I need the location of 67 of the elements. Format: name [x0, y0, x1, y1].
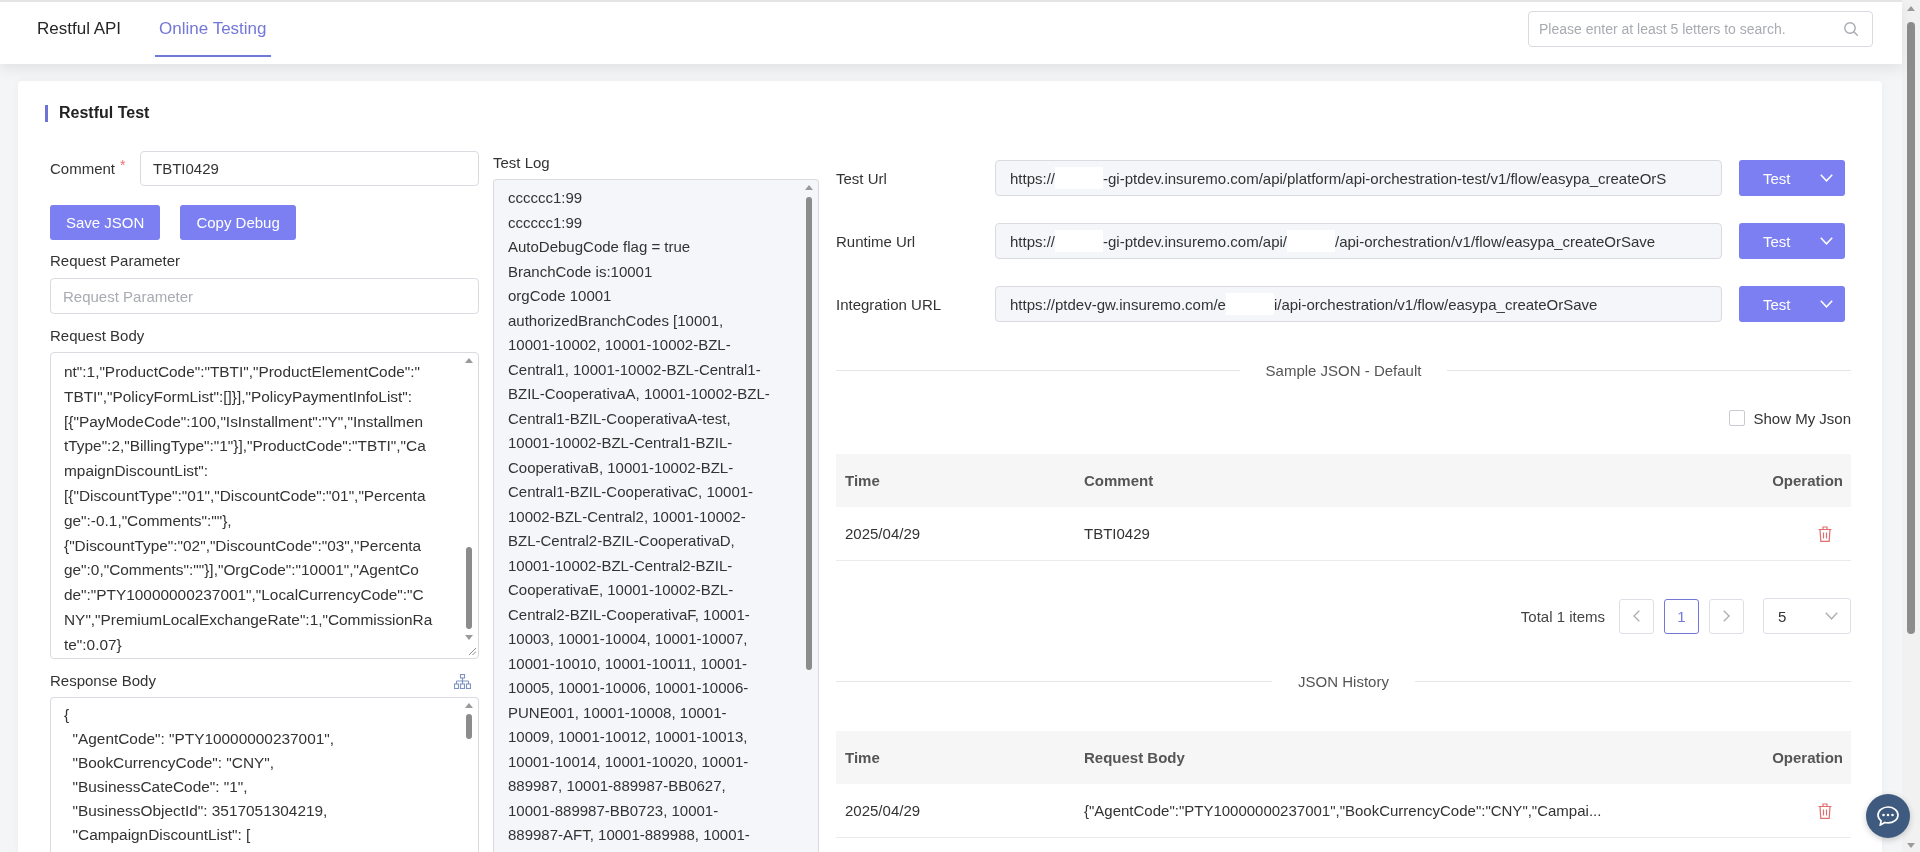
log-entry: AutoDebugCode flag = true — [508, 237, 692, 257]
caret-icon — [1820, 300, 1833, 308]
caret-icon — [1820, 237, 1833, 245]
required-mark: * — [120, 157, 126, 172]
log-entry: authorizedBranchCodes [10001, 10001-10002, 10001-10002-BZL-Central1, 10001-10002-BZL-Central1-BZIL-CooperativaA, 10001-10002-BZL-Central1-BZIL-CooperativaA-test, 10001-10002-BZL-Central1-BZIL-CooperativaB, 10001-10002-BZL-Central1-BZIL-CooperativaC, 10001-10002-BZL-Central2, 10001-10002-BZL-Central2-BZIL-CooperativaD, 10001-10002-BZL-Central2-BZIL-CooperativaE, 10001-10002-BZL-Central2-BZIL-CooperativaF, 10001-10003, 10001-10004, 10001-10007, 10001-10010, 10001-10011, 10001-10005, 10001-10006, 10001-10006-PUNE001, 10001-10008, 10001-10009, 10001-10012, 10001-10013, 10001-10014, 10001-10020, 10001-889987, 10001-889987-BB0627, 10001-889987-BB0723, 10001-889987-AFT, 10001-889988, 10001- — [508, 310, 771, 845]
trash-icon[interactable] — [1818, 525, 1832, 542]
column-header: Time — [845, 749, 880, 766]
divider-label: JSON History — [1298, 672, 1389, 690]
field-label: Test Log — [493, 153, 550, 173]
column-header: Comment — [1084, 472, 1154, 489]
log-entry: BranchCode is:10001 — [508, 261, 654, 282]
chevron-left-icon — [1633, 610, 1640, 622]
response-body-field[interactable]: { "AgentCode": "PTY10000000237001", "BookCurrencyCode": "CNY", "BusinessCateCode": "1", "BusinessObjectId": 3517051304219, "CampaignDiscountList": [ — [50, 697, 479, 852]
column-header: Time — [845, 472, 880, 489]
scrollbar-thumb[interactable] — [806, 197, 812, 670]
field-label: Runtime Url — [836, 232, 916, 250]
caret-icon — [1820, 174, 1833, 182]
page-button[interactable]: 1 — [1664, 598, 1699, 634]
divider-label: Sample JSON - Default — [1265, 361, 1422, 379]
hierarchy-icon[interactable] — [454, 673, 471, 689]
scroll-down-icon[interactable] — [465, 635, 473, 640]
url-field[interactable]: https:// -gi-ptdev.insuremo.com/api/ /api-orchestration/v1/flow/easypa_createOrSave — [995, 223, 1722, 259]
total-count: Total 1 items — [1520, 607, 1605, 625]
table-cell: 2025/04/29 — [845, 525, 921, 542]
section-title: Restful Test — [59, 104, 150, 122]
table-cell: 2025/04/29 — [845, 802, 921, 819]
search-icon — [1844, 22, 1858, 36]
resize-grip-icon[interactable] — [469, 648, 476, 655]
request-parameter-input[interactable]: Request Parameter — [50, 278, 479, 314]
url-field[interactable]: https://ptdev-gw.insuremo.com/e i/api-orchestration/v1/flow/easypa_createOrSave — [995, 286, 1722, 322]
field-label: Integration URL — [836, 295, 942, 313]
scrollbar-thumb[interactable] — [1907, 22, 1915, 634]
scroll-up-icon[interactable] — [465, 703, 473, 708]
scrollbar-thumb[interactable] — [466, 547, 472, 629]
request-body-field[interactable]: nt":1,"ProductCode":"TBTI","ProductElementCode":" TBTI","PolicyFormList":[]}],"PolicyPaymentInfoList": [{"PayModeCode":100,"IsInstallment":"Y","Installmen tType":2,"BillingType":"1"}],"ProductCode":"TBTI","Ca mpaignDiscountList": [{"DiscountType":"01","DiscountCode":"01","Percenta ge":-0.1,"Comments":""}, {"DiscountType":"02","DiscountCode":"03","Percenta ge":0,"Comments":""}],"OrgCode":"10001","AgentCo de":"PTY10000000237001","LocalCurrencyCode":"C NY","PremiumLocalExchangeRate":1,"CommissionRa te":0.07} — [50, 352, 479, 659]
checkbox-label[interactable]: Show My Json — [1753, 409, 1851, 427]
field-label: Test Url — [836, 169, 887, 187]
field-label: Comment — [50, 158, 116, 179]
column-header: Request Body — [1084, 749, 1185, 766]
page-scrollbar[interactable] — [1902, 0, 1920, 852]
field-label: Request Parameter — [50, 251, 181, 271]
field-label: Response Body — [50, 671, 156, 691]
table-cell: {"AgentCode":"PTY10000000237001","BookCurrencyCode":"CNY","Campai... — [1084, 802, 1602, 819]
column-header: Operation — [1772, 749, 1843, 766]
tab[interactable]: Restful API — [33, 2, 126, 57]
log-entry: orgCode 10001 — [508, 286, 613, 306]
log-entry: cccccc1:99 — [508, 212, 584, 233]
chevron-down-icon — [1825, 612, 1838, 620]
chat-icon — [1877, 806, 1899, 826]
comment-input[interactable]: TBTI0429 — [140, 151, 479, 186]
log-entry: cccccc1:99 — [508, 188, 584, 208]
scroll-up-icon[interactable] — [805, 185, 813, 190]
chevron-right-icon — [1723, 610, 1730, 622]
search-field[interactable]: Please enter at least 5 letters to search. — [1528, 11, 1873, 47]
scrollbar-thumb[interactable] — [466, 714, 472, 739]
table-cell: TBTI0429 — [1084, 525, 1150, 542]
scroll-up-icon[interactable] — [1907, 6, 1915, 11]
title-accent-bar — [45, 104, 48, 122]
field-label: Request Body — [50, 326, 145, 346]
scroll-up-icon[interactable] — [465, 358, 473, 363]
tab[interactable]: Online Testing — [155, 2, 271, 57]
checkbox[interactable] — [1729, 410, 1746, 426]
page-size-select[interactable]: 5 — [1763, 598, 1851, 634]
scroll-down-icon[interactable] — [1907, 843, 1915, 848]
column-header: Operation — [1772, 472, 1843, 489]
trash-icon[interactable] — [1818, 802, 1832, 819]
url-field[interactable]: https:// -gi-ptdev.insuremo.com/api/platform/api-orchestration-test/v1/flow/easypa_createOrS — [995, 160, 1722, 196]
